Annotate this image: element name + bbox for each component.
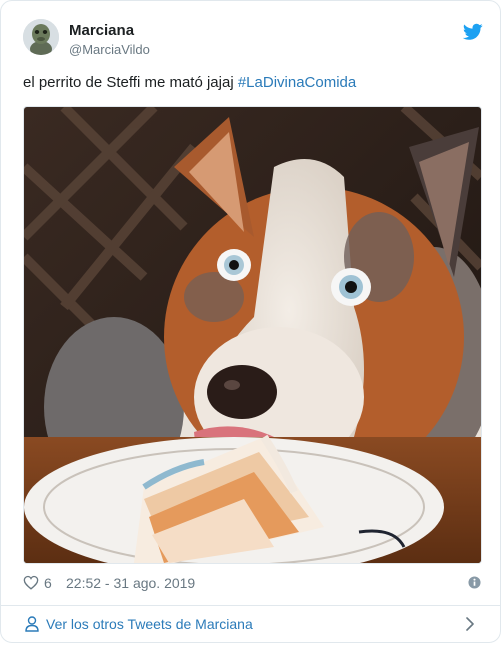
heart-icon[interactable] [23,575,39,590]
user-icon [25,616,39,632]
like-count[interactable]: 6 [44,574,52,592]
author-name[interactable]: Marciana [69,21,134,41]
author-handle[interactable]: @MarciaVildo [69,41,150,59]
view-more-tweets-label: Ver los otros Tweets de Marciana [46,616,253,632]
tweet-text: el perrito de Steffi me mató jajaj #LaDi… [23,72,356,94]
tweet-meta: 6 22:52 - 31 ago. 2019 [23,573,483,593]
hashtag-link[interactable]: #LaDivinaComida [238,74,356,91]
avatar[interactable] [23,19,59,55]
tweet-text-body: el perrito de Steffi me mató jajaj [23,74,238,91]
view-more-tweets-link[interactable]: Ver los otros Tweets de Marciana [1,606,500,642]
tweet-timestamp[interactable]: 22:52 - 31 ago. 2019 [66,574,195,592]
tweet-photo[interactable] [23,106,482,564]
info-icon[interactable] [468,576,481,589]
chevron-right-icon [466,617,474,631]
embedded-tweet-card: Marciana @MarciaVildo el perrito de Stef… [0,0,501,643]
tweet-header: Marciana @MarciaVildo [23,19,483,63]
twitter-bird-icon[interactable] [462,23,483,41]
dog-eating-cake-photo [24,107,481,563]
